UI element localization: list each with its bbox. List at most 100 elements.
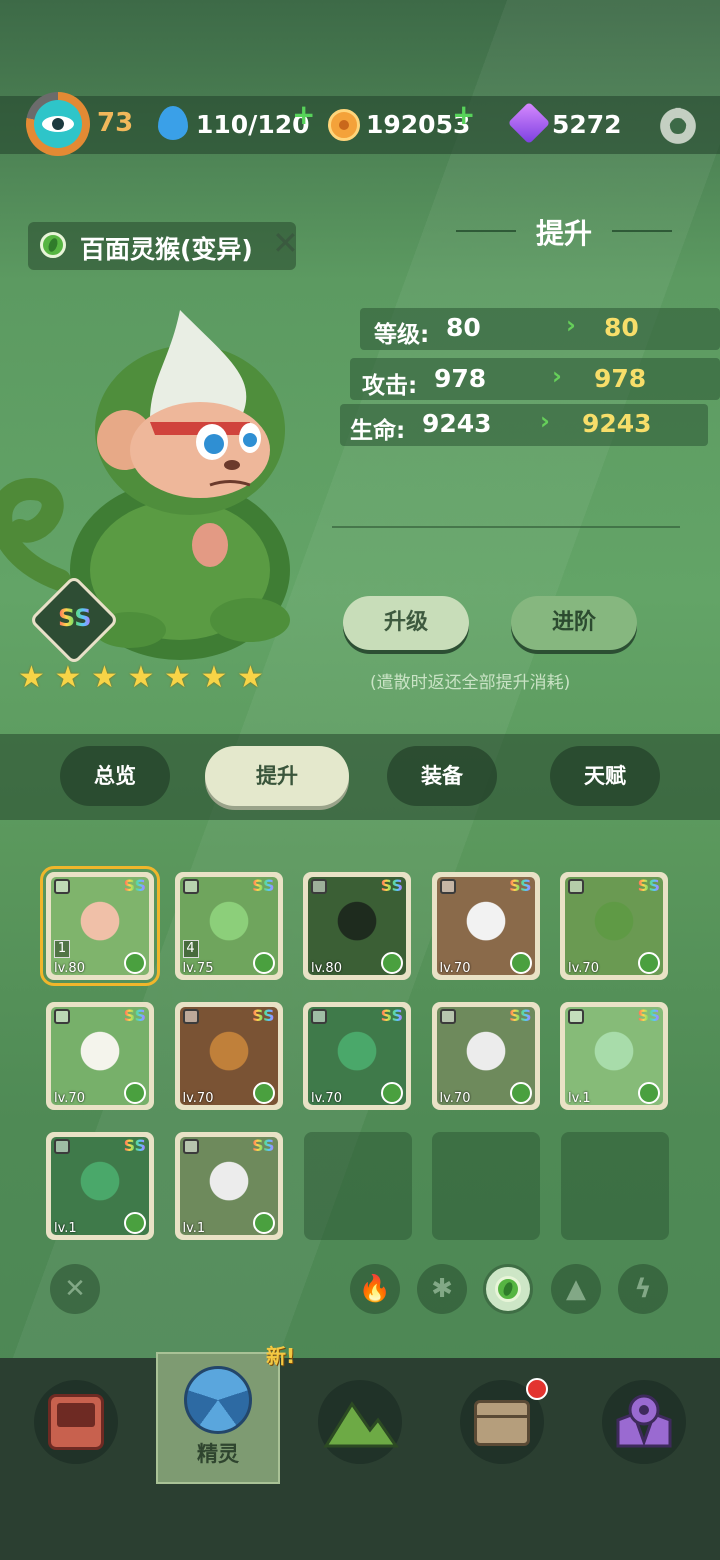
stat-arrow-icon: ›: [566, 311, 576, 339]
grass-element-icon: [381, 1082, 403, 1104]
pet-card[interactable]: SS lv.70: [431, 1002, 540, 1110]
rank-label: SS: [123, 1006, 146, 1025]
clear-filter-button[interactable]: ✕: [50, 1264, 100, 1314]
pet-level: lv.70: [54, 1091, 85, 1106]
empty-slot: [304, 1132, 412, 1240]
rank-label: SS: [252, 1006, 275, 1025]
grass-element-icon: [381, 952, 403, 974]
lock-icon: [54, 1139, 70, 1154]
tab-overview[interactable]: 总览: [60, 746, 170, 806]
earth-filter-icon[interactable]: ▲: [551, 1264, 601, 1314]
mountain-icon: [323, 1401, 399, 1448]
star-icon: ★: [200, 660, 228, 695]
pet-level: lv.70: [182, 1091, 214, 1106]
tab-talent[interactable]: 天赋: [550, 746, 660, 806]
pet-level: lv.80: [311, 961, 342, 976]
rank-label: SS: [123, 1136, 146, 1155]
rank-label: SS: [509, 1006, 532, 1025]
rank-label: SS: [252, 1136, 275, 1155]
grass-element-icon: [509, 1082, 532, 1104]
pet-card[interactable]: SS lv.1: [46, 1132, 154, 1240]
pet-card[interactable]: SS lv.1: [560, 1002, 668, 1110]
grass-element-icon: [252, 952, 275, 974]
new-badge: 新!: [266, 1344, 296, 1368]
rank-label: SS: [509, 876, 532, 895]
star-icon: ★: [54, 660, 82, 695]
pet-card[interactable]: SS lv.70: [560, 872, 668, 980]
pet-level: lv.1: [568, 1091, 591, 1106]
grass-element-icon: [252, 1212, 275, 1234]
fire-filter-icon[interactable]: 🔥: [350, 1264, 400, 1314]
map-pin-icon: [616, 1394, 672, 1448]
pet-level: lv.70: [439, 1091, 471, 1106]
rank-label: SS: [123, 876, 146, 895]
player-level: 73: [97, 108, 134, 138]
eye-avatar-icon: [34, 100, 82, 148]
grass-element-icon: [638, 1082, 660, 1104]
rank-label: SS: [252, 876, 275, 895]
star-icon: ★: [127, 660, 155, 695]
pet-level: lv.75: [182, 961, 214, 976]
lightning-filter-icon[interactable]: ϟ: [618, 1264, 668, 1314]
stat-label: 生命:: [350, 418, 406, 444]
pet-card[interactable]: SS lv.70: [174, 1002, 283, 1110]
close-icon[interactable]: ✕: [272, 224, 299, 262]
star-icon: ★: [91, 660, 118, 695]
pet-card[interactable]: SS lv.1: [174, 1132, 283, 1240]
pet-card[interactable]: SS lv.70: [303, 1002, 411, 1110]
advance-button[interactable]: 进阶: [511, 596, 637, 650]
rank-label: SS: [380, 1006, 403, 1025]
empty-slot: [432, 1132, 540, 1240]
divider: [332, 526, 680, 528]
upgrade-button[interactable]: 升级: [343, 596, 469, 650]
duplicate-count: 1: [54, 940, 70, 958]
rank-label: SS: [380, 876, 403, 895]
pet-card[interactable]: SS lv.70: [431, 872, 540, 980]
stat-next: 9243: [582, 409, 652, 438]
notification-dot: [526, 1378, 548, 1400]
rank-label: SS: [637, 876, 660, 895]
add-coins-button[interactable]: +: [452, 98, 475, 131]
tab-equipment[interactable]: 装备: [387, 746, 497, 806]
nav-item-mountain[interactable]: [318, 1380, 402, 1464]
pet-card[interactable]: SS lv.70: [46, 1002, 154, 1110]
player-avatar[interactable]: [26, 92, 90, 156]
pet-card[interactable]: SS lv.80: [303, 872, 411, 980]
rank-label: SS: [637, 1006, 660, 1025]
pet-level: lv.70: [311, 1091, 342, 1106]
gem-value: 5272: [552, 110, 622, 139]
lock-icon: [439, 879, 456, 894]
pet-level: lv.1: [182, 1221, 206, 1236]
refund-note: (遣散时返还全部提升消耗): [370, 673, 571, 693]
grass-element-icon: [40, 232, 66, 258]
settings-gear-icon[interactable]: [658, 100, 698, 151]
stat-current: 978: [434, 364, 487, 393]
tab-upgrade[interactable]: 提升: [205, 746, 349, 806]
pet-level: lv.70: [439, 961, 471, 976]
lock-icon: [311, 879, 327, 894]
add-energy-button[interactable]: +: [292, 98, 315, 131]
grass-element-icon: [124, 1082, 146, 1104]
stat-arrow-icon: ›: [552, 362, 562, 390]
pet-level: lv.1: [54, 1221, 77, 1236]
pet-card[interactable]: SS 1 lv.80: [40, 866, 160, 986]
stat-next: 80: [604, 313, 639, 342]
grass-element-icon: [638, 952, 660, 974]
lock-icon: [439, 1009, 456, 1024]
nav-item-console[interactable]: [34, 1380, 118, 1464]
wind-filter-icon[interactable]: ✱: [417, 1264, 467, 1314]
pet-name: 百面灵猴(变异): [80, 235, 253, 264]
stat-current: 80: [446, 313, 481, 342]
leaf-filter-icon[interactable]: [483, 1264, 533, 1314]
pet-card[interactable]: SS 4 lv.75: [174, 872, 283, 980]
nav-item-map[interactable]: [602, 1380, 686, 1464]
lock-icon: [182, 1139, 199, 1154]
lock-icon: [311, 1009, 327, 1024]
coin-icon: [328, 109, 360, 141]
lock-icon: [54, 1009, 70, 1024]
nav-label-spirit: 精灵: [197, 1442, 239, 1466]
empty-slot: [561, 1132, 669, 1240]
grass-element-icon: [509, 952, 532, 974]
stat-arrow-icon: ›: [540, 407, 550, 435]
duplicate-count: 4: [182, 940, 199, 958]
